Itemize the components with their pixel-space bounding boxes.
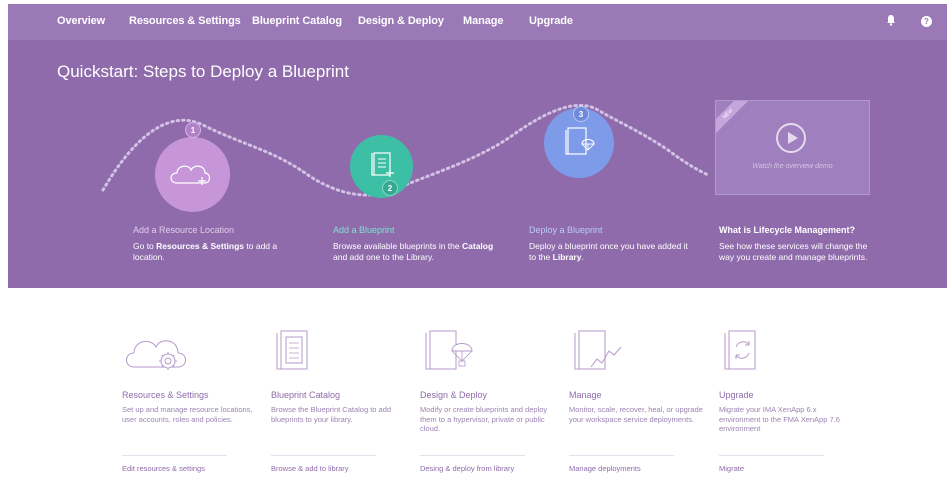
step-1-text-bold[interactable]: Resources & Settings: [156, 241, 244, 251]
migrate-link[interactable]: Migrate: [719, 464, 744, 473]
card-desc: Monitor, scale, recover, heal, or upgrad…: [569, 405, 703, 424]
card-desc: Migrate your IMA XenApp 6.x environment …: [719, 405, 840, 433]
card-divider: [122, 455, 227, 456]
new-ribbon: NEW: [716, 101, 753, 139]
lifecycle-heading[interactable]: What is Lifecycle Management?: [719, 225, 855, 235]
nav-blueprint-catalog[interactable]: Blueprint Catalog: [252, 15, 342, 27]
blueprint-book-icon: [276, 330, 308, 370]
help-icon[interactable]: ?: [921, 16, 932, 27]
manage-deployments-link[interactable]: Manage deployments: [569, 464, 641, 473]
step-2-number: 2: [382, 180, 398, 196]
card-desc: Set up and manage resource locations, us…: [122, 405, 253, 424]
overview-demo-video[interactable]: NEW Watch the overview demo: [715, 100, 870, 195]
step-3-text-b: .: [581, 252, 584, 262]
nav-overview[interactable]: Overview: [57, 15, 105, 27]
step-1-circle: [155, 137, 230, 212]
browse-library-link[interactable]: Browse & add to library: [271, 464, 349, 473]
step-2-heading: Add a Blueprint: [333, 225, 395, 235]
card-divider: [719, 455, 824, 456]
card-title: Resources & Settings: [122, 390, 209, 400]
step-3-heading: Deploy a Blueprint: [529, 225, 603, 235]
video-caption: Watch the overview demo: [752, 163, 833, 170]
blueprint-arrows-icon: [724, 330, 756, 370]
nav-manage[interactable]: Manage: [463, 15, 503, 27]
step-3-text-bold[interactable]: Library: [553, 252, 582, 262]
quickstart-hero: Quickstart: Steps to Deploy a Blueprint …: [8, 40, 947, 288]
nav-design-deploy[interactable]: Design & Deploy: [358, 15, 444, 27]
step-1-text: Go to Resources & Settings to add a loca…: [133, 241, 303, 263]
nav-resources-settings[interactable]: Resources & Settings: [129, 15, 241, 27]
card-title: Design & Deploy: [420, 390, 488, 400]
step-1-number: 1: [185, 122, 201, 138]
lifecycle-text: See how these services will change the w…: [719, 241, 868, 262]
card-desc: Modify or create blueprints and deploy t…: [420, 405, 548, 433]
card-divider: [569, 455, 674, 456]
blueprint-parachute-icon: [425, 330, 473, 370]
play-icon[interactable]: [776, 123, 806, 153]
card-divider: [420, 455, 525, 456]
step-3-number: 3: [573, 106, 589, 122]
cloud-plus-icon: [170, 165, 211, 185]
card-divider: [271, 455, 376, 456]
step-1-text-a: Go to: [133, 241, 157, 251]
cloud-gear-icon: [126, 340, 186, 370]
blueprint-chart-icon: [574, 330, 622, 370]
step-2-text-a: Browse available blueprints in the: [333, 241, 462, 251]
card-title: Blueprint Catalog: [271, 390, 341, 400]
step-1-heading: Add a Resource Location: [133, 225, 235, 235]
card-desc: Browse the Blueprint Catalog to add blue…: [271, 405, 392, 424]
bell-icon[interactable]: [884, 14, 898, 28]
step-2-text: Browse available blueprints in the Catal…: [333, 241, 503, 263]
nav-upgrade[interactable]: Upgrade: [529, 15, 573, 27]
step-2-text-bold[interactable]: Catalog: [462, 241, 493, 251]
design-deploy-link[interactable]: Desing & deploy from library: [420, 464, 514, 473]
step-3-text: Deploy a blueprint once you have added i…: [529, 241, 694, 263]
card-title: Manage: [569, 390, 602, 400]
step-2-text-b: and add one to the Library.: [333, 252, 434, 262]
card-title: Upgrade: [719, 390, 754, 400]
edit-resources-link[interactable]: Edit resources & settings: [122, 464, 205, 473]
top-nav-bar: Overview Resources & Settings Blueprint …: [8, 4, 947, 40]
